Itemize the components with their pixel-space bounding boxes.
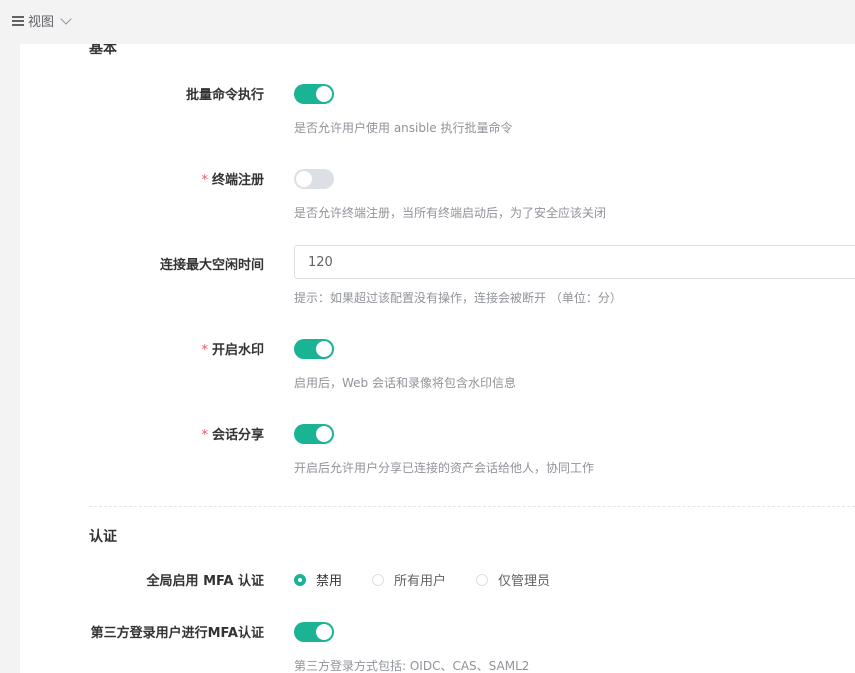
third-party-mfa-label: 第三方登录用户进行MFA认证 (90, 626, 264, 641)
batch-command-label: 批量命令执行 (185, 88, 264, 103)
section-title-basic: 基本 (89, 44, 117, 57)
session-share-switch[interactable] (294, 424, 334, 444)
menu-icon (12, 15, 24, 26)
section-divider (89, 506, 855, 507)
switch-knob (296, 171, 312, 187)
session-share-label: * 会话分享 (201, 428, 264, 443)
required-mark: * (201, 428, 208, 443)
top-bar: 视图 (0, 0, 855, 44)
chevron-down-icon (60, 12, 72, 25)
switch-knob (316, 426, 332, 442)
watermark-switch[interactable] (294, 339, 334, 359)
batch-command-help: 是否允许用户使用 ansible 执行批量命令 (294, 121, 513, 135)
mfa-option-admins-only[interactable]: 仅管理员 (476, 570, 550, 589)
mfa-option-all-users[interactable]: 所有用户 (372, 570, 446, 589)
batch-command-switch[interactable] (294, 84, 334, 104)
global-mfa-radio-group: 禁用 所有用户 仅管理员 (294, 570, 580, 589)
required-mark: * (201, 173, 208, 188)
required-mark: * (201, 343, 208, 358)
switch-knob (316, 341, 332, 357)
third-party-mfa-help: 第三方登录方式包括: OIDC、CAS、SAML2 (294, 659, 530, 673)
section-title-auth: 认证 (89, 529, 117, 545)
radio-unchecked-icon (476, 573, 489, 586)
view-menu-button[interactable]: 视图 (12, 11, 72, 30)
switch-knob (316, 86, 332, 102)
radio-checked-icon (294, 573, 306, 586)
mfa-option-disabled[interactable]: 禁用 (294, 570, 342, 589)
terminal-register-switch[interactable] (294, 169, 334, 189)
session-share-help: 开启后允许用户分享已连接的资产会话给他人，协同工作 (294, 461, 595, 475)
watermark-help: 启用后，Web 会话和录像将包含水印信息 (294, 376, 516, 390)
idle-timeout-label: 连接最大空闲时间 (159, 258, 264, 273)
terminal-register-label: * 终端注册 (201, 173, 264, 188)
global-mfa-label: 全局启用 MFA 认证 (146, 574, 264, 589)
watermark-label: * 开启水印 (201, 343, 264, 358)
third-party-mfa-switch[interactable] (294, 622, 334, 642)
idle-timeout-input[interactable] (294, 245, 855, 279)
view-menu-label: 视图 (28, 15, 55, 30)
radio-unchecked-icon (372, 573, 385, 586)
terminal-register-help: 是否允许终端注册，当所有终端启动后，为了安全应该关闭 (294, 206, 607, 220)
idle-timeout-help: 提示：如果超过该配置没有操作，连接会被断开 （单位：分） (294, 291, 622, 305)
settings-panel: 基本 批量命令执行 是否允许用户使用 ansible 执行批量命令 * 终端注册 … (20, 44, 855, 673)
switch-knob (316, 624, 332, 640)
